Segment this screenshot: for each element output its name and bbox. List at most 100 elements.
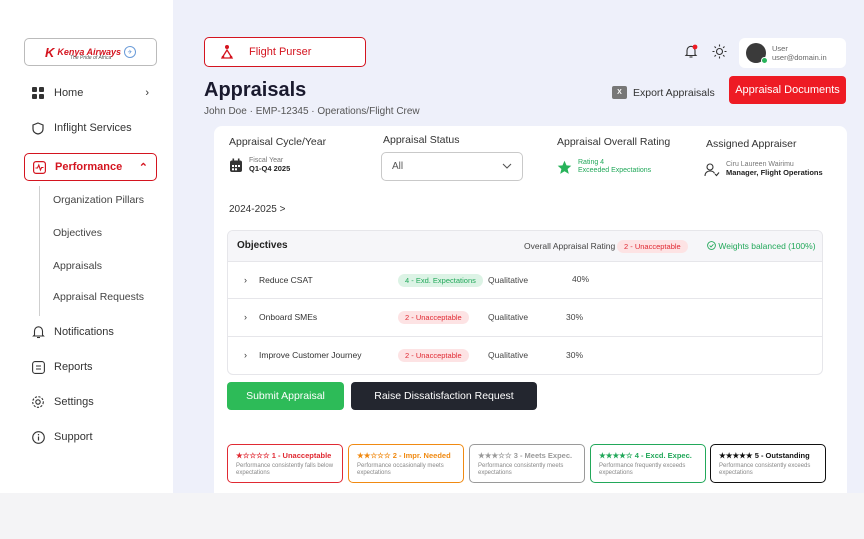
user-email: user@domain.in [772, 53, 827, 62]
legend-label: 1 - Unacceptable [271, 451, 332, 460]
role-selector[interactable]: Flight Purser [204, 37, 366, 67]
appraiser-role: Manager, Flight Operations [726, 168, 823, 177]
user-menu[interactable]: User user@domain.in [739, 38, 846, 68]
objective-rating-badge: 2 - Unacceptable [398, 349, 469, 362]
legend-stars: ★★☆☆☆ [357, 451, 391, 460]
overall-rating-label: Overall Appraisal Rating [524, 241, 616, 251]
grid-icon [31, 86, 45, 100]
submit-appraisal-button[interactable]: Submit Appraisal [227, 382, 344, 410]
table-row[interactable]: › Onboard SMEs 2 - Unacceptable Qualitat… [228, 298, 822, 335]
rating-legend-card: ★★★☆☆ 3 - Meets Expec. Performance consi… [469, 444, 585, 483]
sidebar-item-home[interactable]: Home › [24, 79, 157, 107]
legend-title: ★★★☆☆ 3 - Meets Expec. [478, 451, 576, 460]
sidebar: K Kenya Airways The Pride of Africa ✈ Ho… [0, 0, 173, 493]
sidebar-item-support[interactable]: Support [24, 423, 157, 451]
notification-bell-icon[interactable] [684, 44, 698, 64]
theme-sun-icon[interactable] [712, 44, 727, 64]
objectives-title: Objectives [237, 240, 288, 251]
legend-title: ★★★★☆ 4 - Excd. Expec. [599, 451, 697, 460]
cycle-label: Appraisal Cycle/Year [229, 136, 327, 148]
legend-label: 4 - Excd. Expec. [634, 451, 692, 460]
sidebar-item-label: Support [54, 431, 93, 443]
calendar-icon [230, 158, 242, 172]
user-check-icon [704, 162, 720, 176]
objective-weight: 30% [566, 350, 584, 360]
sidebar-item-label: Notifications [54, 326, 114, 338]
shield-icon [31, 121, 45, 135]
legend-label: 3 - Meets Expec. [513, 451, 573, 460]
legend-title: ★★☆☆☆ 2 - Impr. Needed [357, 451, 455, 460]
legend-description: Performance consistently meets expectati… [478, 463, 564, 476]
objectives-header: Objectives Overall Appraisal Rating 2 - … [228, 231, 822, 261]
sidebar-subitem-objectives[interactable]: Objectives [53, 227, 102, 239]
objective-type: Qualitative [488, 350, 529, 360]
brand-tagline: The Pride of Africa [70, 55, 112, 61]
subnav-line [39, 186, 40, 316]
sidebar-item-notifications[interactable]: Notifications [24, 318, 157, 346]
sidebar-item-label: Home [54, 87, 84, 99]
objective-name: Onboard SMEs [259, 312, 318, 322]
bell-icon [31, 325, 45, 339]
objective-name: Improve Customer Journey [259, 350, 362, 360]
star-icon [557, 160, 572, 174]
legend-label: 2 - Impr. Needed [392, 451, 451, 460]
sidebar-item-label: Inflight Services [54, 122, 132, 134]
info-icon [31, 430, 45, 444]
appraiser-label: Assigned Appraiser [706, 138, 797, 150]
cycle-value[interactable]: Fiscal Year Q1-Q4 2025 [229, 157, 290, 174]
sidebar-item-label: Reports [54, 361, 93, 373]
status-label: Appraisal Status [383, 134, 460, 146]
table-row[interactable]: › Improve Customer Journey 2 - Unaccepta… [228, 336, 822, 373]
rating-legend-card: ★☆☆☆☆ 1 - Unacceptable Performance consi… [227, 444, 343, 483]
skyteam-icon: ✈ [124, 46, 137, 58]
chevron-up-icon: ⌃ [138, 161, 148, 174]
page-subtitle: John Doe · EMP-12345 · Operations/Flight… [204, 106, 420, 117]
legend-stars: ★★★★☆ [599, 451, 633, 460]
rating-small: Rating 4 [578, 159, 605, 166]
raise-dissatisfaction-button[interactable]: Raise Dissatisfaction Request [351, 382, 537, 410]
sidebar-subitem-appraisal-requests[interactable]: Appraisal Requests [53, 291, 144, 303]
sidebar-subitem-organization-pillars[interactable]: Organization Pillars [53, 194, 144, 206]
status-select[interactable]: All [381, 152, 523, 181]
gear-icon [31, 395, 45, 409]
objective-type: Qualitative [488, 312, 529, 322]
appraiser-value[interactable]: Ciru Laureen Wairimu Manager, Flight Ope… [704, 161, 823, 178]
role-label: Flight Purser [249, 46, 312, 58]
rating-legend-card: ★★☆☆☆ 2 - Impr. Needed Performance occas… [348, 444, 464, 483]
objective-type: Qualitative [488, 275, 529, 285]
weights-balanced-status: Weights balanced (100%) [707, 241, 816, 251]
table-row[interactable]: › Reduce CSAT 4 - Exd. Expectations Qual… [228, 261, 822, 298]
sidebar-subitem-appraisals[interactable]: Appraisals [53, 260, 102, 272]
rating-value: Rating 4 Exceeded Expectations [557, 159, 651, 175]
chevron-right-icon[interactable]: › [244, 350, 247, 360]
legend-description: Performance occasionally meets expectati… [357, 463, 444, 476]
legend-stars: ★★★★★ [719, 451, 753, 460]
sidebar-item-label: Performance [55, 161, 123, 173]
legend-description: Performance consistently exceeds expecta… [719, 463, 811, 476]
sidebar-item-reports[interactable]: Reports [24, 353, 157, 381]
document-icon [31, 360, 45, 374]
weights-balanced-text: Weights balanced (100%) [718, 241, 816, 251]
breadcrumb[interactable]: 2024-2025 > [229, 204, 285, 215]
user-name: User [772, 44, 788, 53]
brand-logo[interactable]: K Kenya Airways The Pride of Africa ✈ [24, 38, 157, 66]
legend-description: Performance consistently falls below exp… [236, 463, 334, 476]
sidebar-item-settings[interactable]: Settings [24, 388, 157, 416]
sidebar-item-inflight-services[interactable]: Inflight Services [24, 114, 157, 142]
online-status-dot [761, 57, 768, 64]
chevron-right-icon[interactable]: › [244, 312, 247, 322]
objective-weight: 40% [572, 274, 590, 284]
objective-weight: 30% [566, 312, 584, 322]
export-appraisals-button[interactable]: X Export Appraisals [612, 86, 715, 99]
activity-icon [32, 160, 46, 174]
chevron-right-icon[interactable]: › [244, 275, 247, 285]
sidebar-item-performance[interactable]: Performance ⌃ [24, 153, 157, 181]
chevron-right-icon: › [145, 87, 149, 99]
crew-icon [219, 44, 235, 60]
objective-rating-badge: 2 - Unacceptable [398, 311, 469, 324]
status-value: All [392, 161, 404, 172]
appraisal-documents-button[interactable]: Appraisal Documents [729, 76, 846, 104]
avatar [746, 43, 768, 64]
legend-stars: ★★★☆☆ [478, 451, 512, 460]
legend-description: Performance frequently exceeds expectati… [599, 463, 686, 476]
